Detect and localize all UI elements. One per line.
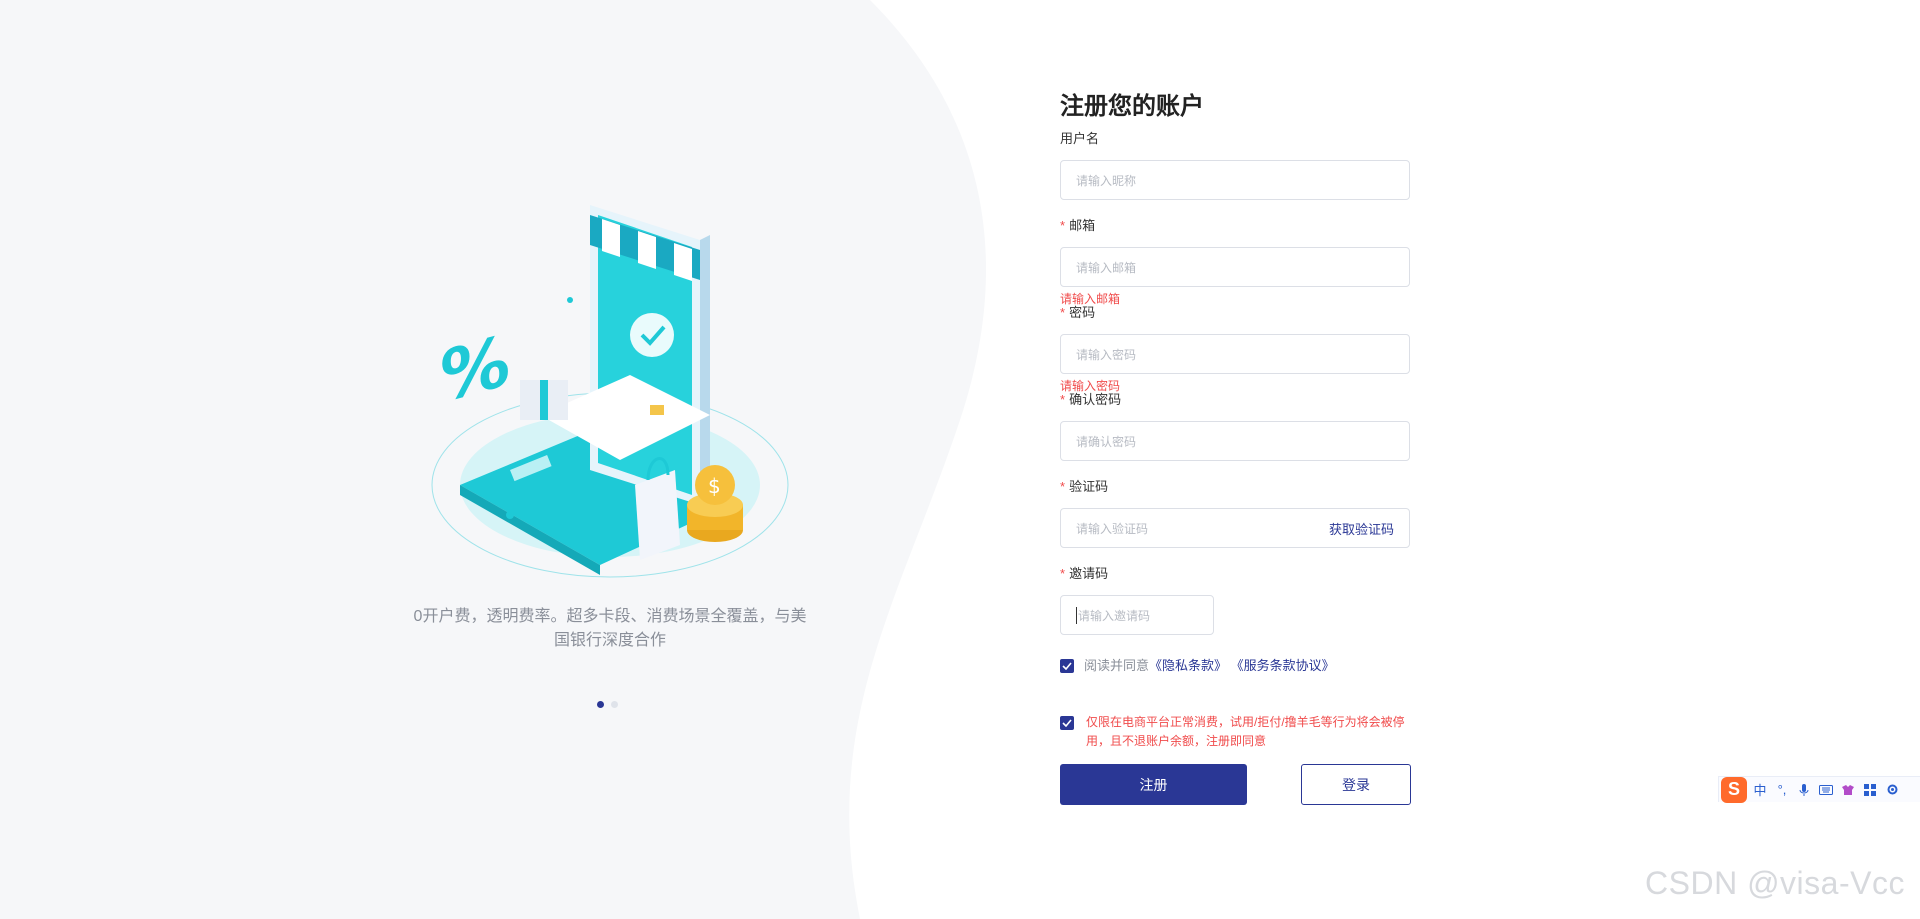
email-label: * 邮箱 xyxy=(1060,218,1096,233)
required-mark: * xyxy=(1060,392,1066,407)
slogan-line-2: 国银行深度合作 xyxy=(553,632,666,649)
form-title: 注册您的账户 xyxy=(1060,93,1204,120)
invite-placeholder: 请输入邀请码 xyxy=(1076,606,1198,624)
privacy-link[interactable]: 《隐私条款》 xyxy=(1149,658,1227,673)
username-input[interactable]: 请输入昵称 xyxy=(1060,160,1410,200)
agreement-row: 阅读并同意《隐私条款》 《服务条款协议》 xyxy=(1060,659,1335,673)
hero-slogan: 0开户费，透明费率。超多卡段、消费场景全覆盖，与美 国银行深度合作 xyxy=(400,605,820,653)
invite-input[interactable]: 请输入邀请码 xyxy=(1060,595,1214,635)
payment-phone-illustration: % $ xyxy=(431,205,789,578)
password-field-group: * 密码 请输入密码 请输入密码 xyxy=(1060,304,1410,394)
captcha-placeholder: 请输入验证码 xyxy=(1076,521,1149,536)
chinese-mode-icon[interactable]: 中 xyxy=(1751,781,1769,799)
captcha-label: * 验证码 xyxy=(1060,479,1109,494)
username-field-group: 用户名 请输入昵称 xyxy=(1060,130,1410,200)
password-placeholder: 请输入密码 xyxy=(1076,347,1137,362)
captcha-input[interactable]: 请输入验证码 获取验证码 xyxy=(1060,508,1410,548)
agreement-checkbox[interactable] xyxy=(1060,659,1074,673)
svg-text:%: % xyxy=(440,319,510,419)
invite-field-group: * 邀请码 请输入邀请码 xyxy=(1060,565,1410,635)
required-mark: * xyxy=(1060,218,1066,233)
email-field-group: * 邮箱 请输入邮箱 请输入邮箱 xyxy=(1060,217,1410,307)
keyboard-icon[interactable] xyxy=(1817,781,1835,799)
carousel-dot-2[interactable] xyxy=(611,701,618,708)
confirm-password-field-group: * 确认密码 请确认密码 xyxy=(1060,391,1410,461)
username-placeholder: 请输入昵称 xyxy=(1076,173,1137,188)
notice-row: 仅限在电商平台正常消费，试用/拒付/撸羊毛等行为将会被停用，且不退账户余额，注册… xyxy=(1060,713,1411,751)
required-mark: * xyxy=(1060,479,1066,494)
usage-notice-text: 仅限在电商平台正常消费，试用/拒付/撸羊毛等行为将会被停用，且不退账户余额，注册… xyxy=(1086,715,1405,748)
carousel-dot-1[interactable] xyxy=(597,701,604,708)
login-button[interactable]: 登录 xyxy=(1301,764,1411,805)
captcha-field-group: * 验证码 请输入验证码 获取验证码 xyxy=(1060,478,1410,548)
check-icon xyxy=(1062,662,1072,670)
shirt-icon[interactable] xyxy=(1839,781,1857,799)
notice-checkbox[interactable] xyxy=(1060,716,1074,730)
username-label: 用户名 xyxy=(1060,131,1100,146)
required-mark: * xyxy=(1060,566,1066,581)
mic-icon[interactable] xyxy=(1795,781,1813,799)
confirm-password-placeholder: 请确认密码 xyxy=(1076,434,1137,449)
invite-label: * 邀请码 xyxy=(1060,566,1109,581)
ime-toolbar: S 中 °, xyxy=(1718,776,1920,803)
confirm-password-input[interactable]: 请确认密码 xyxy=(1060,421,1410,461)
register-button[interactable]: 注册 xyxy=(1060,764,1247,805)
slogan-line-1: 0开户费，透明费率。超多卡段、消费场景全覆盖，与美 xyxy=(413,608,807,625)
required-mark: * xyxy=(1060,305,1066,320)
service-terms-link[interactable]: 《服务条款协议》 xyxy=(1231,658,1335,673)
password-input[interactable]: 请输入密码 xyxy=(1060,334,1410,374)
settings-icon[interactable] xyxy=(1883,781,1901,799)
check-icon xyxy=(1062,719,1072,727)
sogou-logo-icon[interactable]: S xyxy=(1721,776,1747,803)
punctuation-icon[interactable]: °, xyxy=(1773,781,1791,799)
password-label: * 密码 xyxy=(1060,305,1096,320)
email-placeholder: 请输入邮箱 xyxy=(1076,260,1137,275)
grid-icon[interactable] xyxy=(1861,781,1879,799)
confirm-password-label: * 确认密码 xyxy=(1060,392,1122,407)
register-form: 注册您的账户 用户名 请输入昵称 * 邮箱 请输入邮箱 请输入邮箱 * 密码 请输入… xyxy=(1060,90,1411,805)
email-input[interactable]: 请输入邮箱 xyxy=(1060,247,1410,287)
get-captcha-button[interactable]: 获取验证码 xyxy=(1329,519,1394,538)
agreement-text: 阅读并同意《隐私条款》 《服务条款协议》 xyxy=(1084,658,1335,673)
watermark-text: CSDN @visa-Vcc xyxy=(1645,865,1905,901)
svg-text:$: $ xyxy=(708,474,721,498)
carousel-dots xyxy=(597,701,618,708)
